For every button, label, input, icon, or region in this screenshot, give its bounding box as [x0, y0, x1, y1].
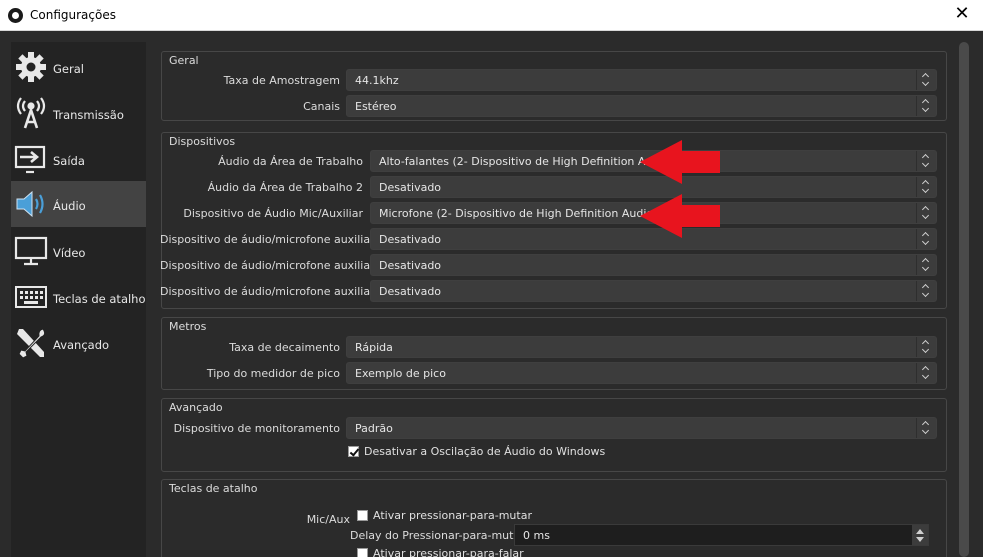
vertical-scrollbar[interactable] [958, 42, 970, 557]
mic-aux-4-select[interactable]: Desativado [370, 280, 937, 302]
sidebar-item-label: Áudio [53, 199, 86, 213]
select-value: Alto-falantes (2- Dispositivo de High De… [379, 155, 674, 168]
decay-rate-label: Taxa de decaimento [229, 341, 340, 354]
select-value: Estéreo [355, 100, 397, 113]
select-value: Padrão [355, 422, 393, 435]
select-value: Desativado [379, 181, 442, 194]
obs-logo-icon [8, 8, 23, 23]
select-value: Rápida [355, 341, 393, 354]
sidebar-item-geral[interactable]: Geral [11, 44, 146, 90]
settings-sidebar: Geral Transmissão Saída Áudio Vídeo Tecl… [11, 42, 146, 557]
updown-arrows-icon [916, 203, 936, 223]
spinbox-value: 0 ms [523, 529, 550, 542]
keyboard-icon [14, 280, 48, 314]
sidebar-item-label: Transmissão [53, 108, 124, 122]
select-value: Desativado [379, 259, 442, 272]
sidebar-item-label: Avançado [53, 338, 110, 352]
mic-aux-4-label: Dispositivo de áudio/microfone auxiliar … [160, 285, 386, 298]
monitoring-device-select[interactable]: Padrão [346, 417, 937, 439]
updown-arrows-icon [916, 281, 936, 301]
group-title: Geral [169, 54, 199, 67]
updown-arrows-icon [916, 70, 936, 90]
decay-rate-select[interactable]: Rápida [346, 336, 937, 358]
group-title: Metros [169, 320, 207, 333]
close-button[interactable]: ✕ [951, 4, 973, 26]
updown-arrows-icon [916, 177, 936, 197]
title-bar: Configurações ✕ [0, 0, 983, 31]
updown-arrows-icon [916, 363, 936, 383]
select-value: Desativado [379, 285, 442, 298]
push-to-mute-checkbox[interactable] [357, 510, 368, 521]
disable-ducking-label: Desativar a Oscilação de Áudio do Window… [364, 445, 606, 458]
push-to-mute-delay-label: Delay do Pressionar-para-mutar [350, 529, 525, 542]
peak-meter-type-select[interactable]: Exemplo de pico [346, 362, 937, 384]
monitoring-device-label: Dispositivo de monitoramento [173, 422, 340, 435]
channels-select[interactable]: Estéreo [346, 95, 937, 117]
scrollbar-thumb[interactable] [959, 42, 969, 557]
mic-aux-2-label: Dispositivo de áudio/microfone auxiliar … [160, 233, 386, 246]
window-title: Configurações [30, 8, 116, 22]
red-arrow-annotation [640, 140, 720, 184]
tools-icon [14, 326, 48, 360]
gear-icon [14, 50, 48, 84]
updown-arrows-icon [916, 418, 936, 438]
sidebar-item-audio[interactable]: Áudio [11, 181, 146, 227]
red-arrow-annotation [640, 194, 720, 238]
updown-arrows-icon [916, 255, 936, 275]
broadcast-icon [14, 96, 48, 130]
push-to-talk-checkbox[interactable] [357, 548, 368, 557]
monitor-icon [14, 234, 48, 268]
push-to-mute-delay-spinbox[interactable]: 0 ms [514, 524, 929, 546]
sidebar-item-label: Geral [53, 62, 84, 76]
updown-arrows-icon [916, 151, 936, 171]
select-value: Microfone (2- Dispositivo de High Defini… [379, 207, 658, 220]
push-to-talk-label: Ativar pressionar-para-falar [373, 547, 524, 557]
sidebar-item-avancado[interactable]: Avançado [11, 320, 146, 366]
desktop-audio-2-label: Áudio da Área de Trabalho 2 [207, 181, 363, 194]
mic-aux-3-select[interactable]: Desativado [370, 254, 937, 276]
select-value: 44.1khz [355, 74, 399, 87]
speaker-icon [14, 187, 48, 221]
sample-rate-select[interactable]: 44.1khz [346, 69, 937, 91]
select-value: Exemplo de pico [355, 367, 446, 380]
output-icon [14, 142, 48, 176]
mic-aux-hotkey-label: Mic/Aux [306, 513, 350, 526]
updown-arrows-icon [916, 229, 936, 249]
sample-rate-label: Taxa de Amostragem [223, 74, 340, 87]
sidebar-item-teclas-de-atalho[interactable]: Teclas de atalho [11, 274, 146, 320]
group-title: Teclas de atalho [169, 482, 258, 495]
channels-label: Canais [303, 100, 340, 113]
mic-aux-label: Dispositivo de Áudio Mic/Auxiliar [183, 207, 363, 220]
updown-arrows-icon [916, 337, 936, 357]
select-value: Desativado [379, 233, 442, 246]
desktop-audio-label: Áudio da Área de Trabalho [218, 155, 363, 168]
peak-meter-type-label: Tipo do medidor de pico [206, 367, 340, 380]
sidebar-item-transmissao[interactable]: Transmissão [11, 90, 146, 136]
group-title: Avançado [169, 401, 223, 414]
sidebar-item-label: Vídeo [53, 246, 86, 260]
spin-arrows-icon[interactable] [912, 525, 928, 545]
sidebar-item-saida[interactable]: Saída [11, 136, 146, 182]
push-to-mute-label: Ativar pressionar-para-mutar [373, 509, 532, 522]
sidebar-item-label: Saída [53, 154, 85, 168]
updown-arrows-icon [916, 96, 936, 116]
disable-ducking-checkbox[interactable] [348, 446, 359, 457]
sidebar-item-label: Teclas de atalho [53, 292, 146, 306]
group-title: Dispositivos [169, 135, 236, 148]
sidebar-item-video[interactable]: Vídeo [11, 228, 146, 274]
mic-aux-3-label: Dispositivo de áudio/microfone auxiliar … [160, 259, 386, 272]
